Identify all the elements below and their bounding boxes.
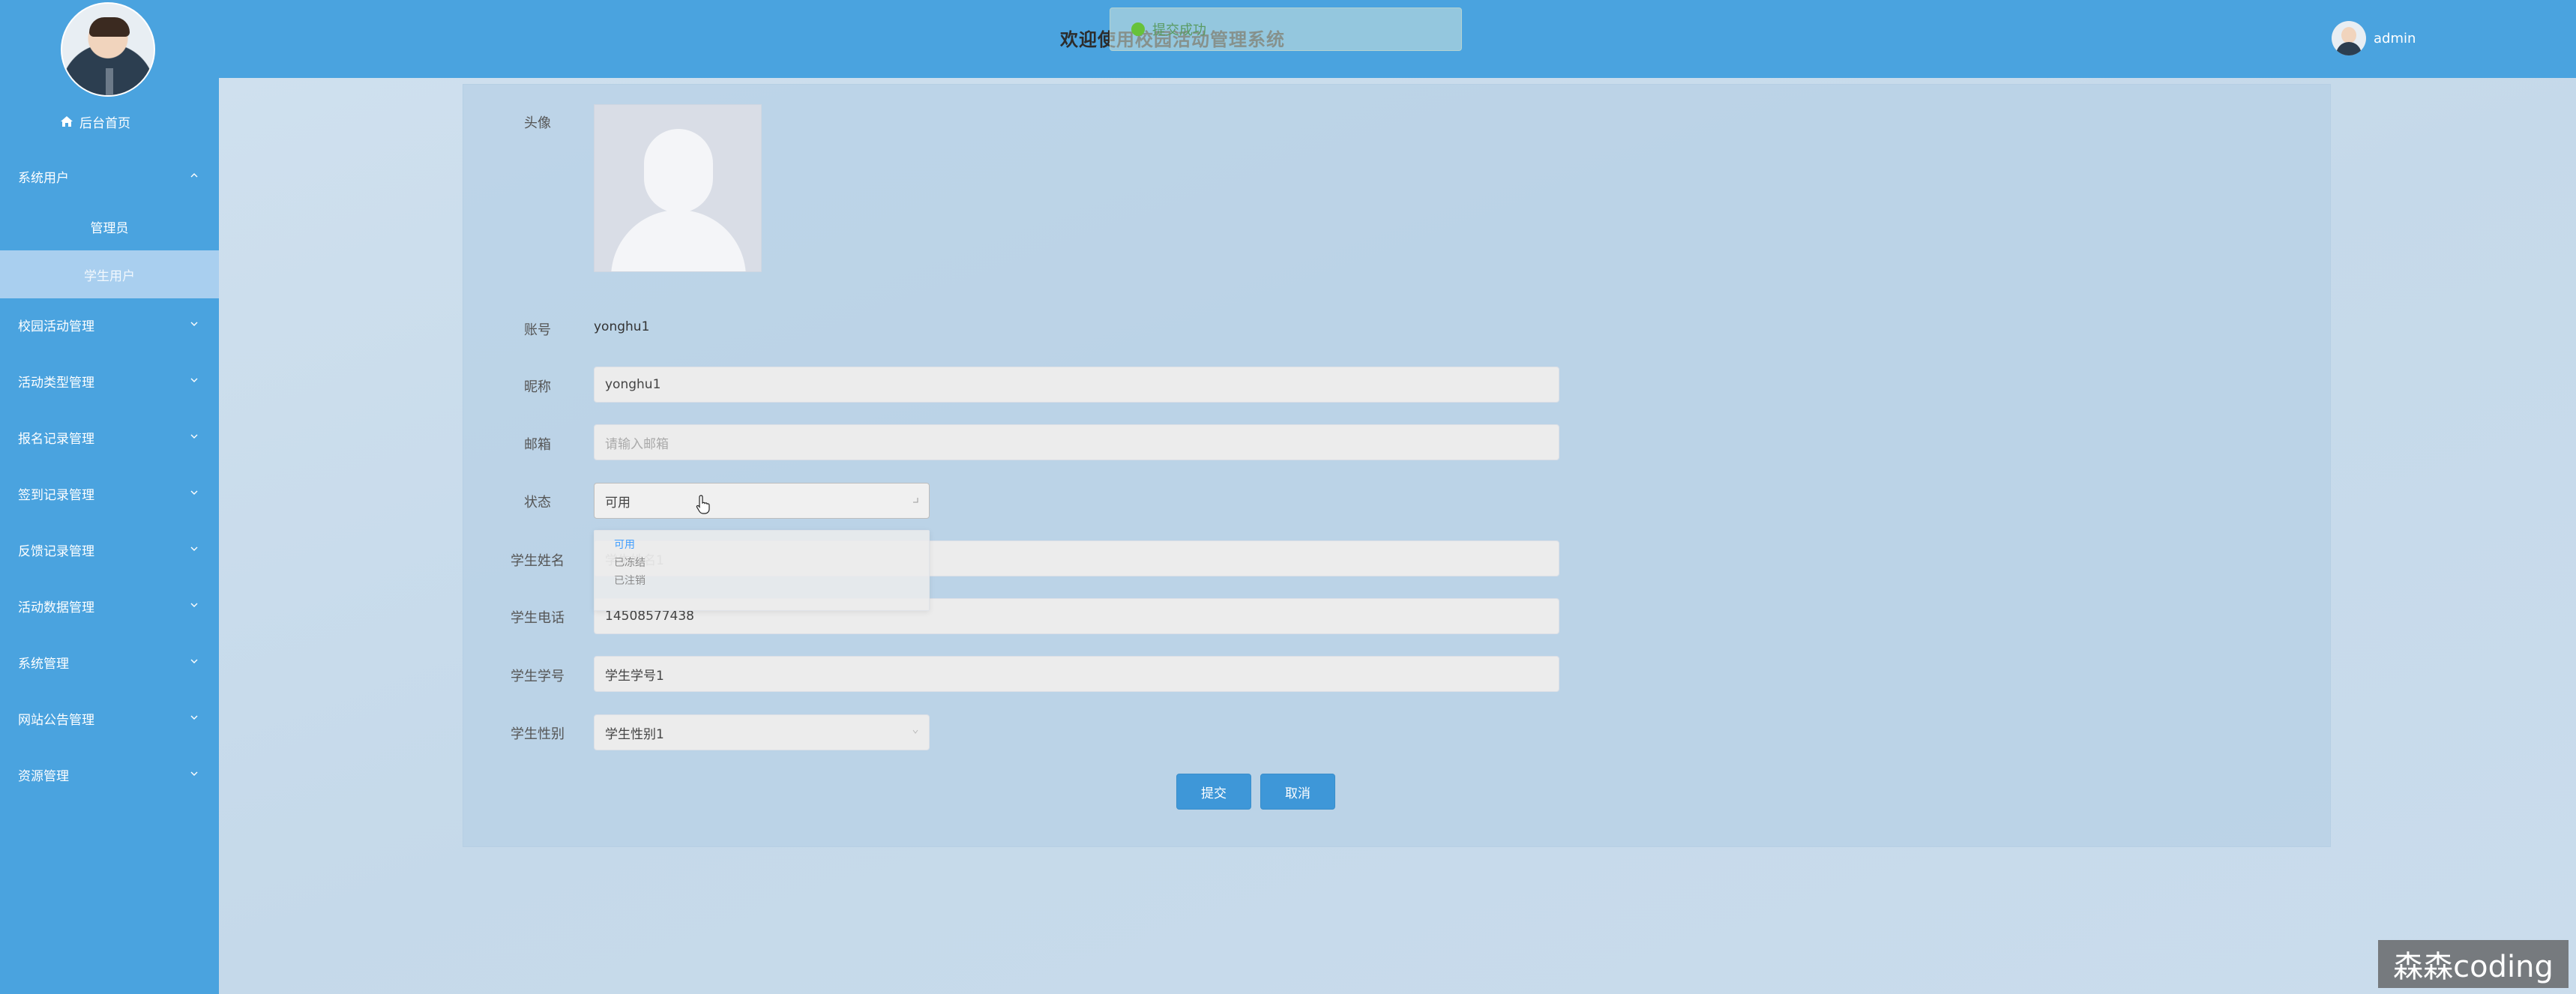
success-icon: [1131, 22, 1145, 36]
sidebar-subitem-label: 学生用户: [84, 268, 135, 284]
student-gender-label: 学生性别: [511, 726, 565, 742]
sidebar-item-activity-type[interactable]: 活动类型管理: [0, 358, 219, 403]
sidebar-item-activity[interactable]: 校园活动管理: [0, 302, 219, 347]
status-select-value: 可用: [605, 495, 631, 510]
toast-message: 提交成功: [1152, 22, 1206, 38]
gender-select-value: 学生性别1: [605, 726, 664, 742]
cancel-button[interactable]: 取消: [1260, 774, 1335, 810]
username: admin: [2374, 30, 2416, 46]
sidebar-item-signup[interactable]: 报名记录管理: [0, 415, 219, 460]
account-label: 账号: [524, 322, 551, 338]
chevron-down-icon: [190, 715, 198, 720]
home-label: 后台首页: [79, 115, 130, 131]
sidebar-item-feedback[interactable]: 反馈记录管理: [0, 527, 219, 572]
sidebar-item-label: 签到记录管理: [18, 487, 94, 503]
status-option[interactable]: 已冻结: [614, 555, 645, 570]
chevron-down-icon: [190, 322, 198, 326]
sidebar-subitem-admin[interactable]: 管理员: [0, 202, 219, 250]
chevron-down-icon: [912, 729, 918, 734]
status-dropdown: 可用 已冻结 已注销: [594, 530, 930, 611]
sidebar-item-label: 反馈记录管理: [18, 543, 94, 559]
chevron-down-icon: [190, 378, 198, 382]
student-id-label: 学生学号: [511, 669, 565, 684]
chevron-up-icon: [190, 173, 198, 178]
user-avatar: [2332, 21, 2366, 55]
sidebar-item-announcement[interactable]: 网站公告管理: [0, 696, 219, 741]
sidebar: 后台首页 系统用户 管理员 学生用户 校园活动管理 活动类型管理 报名记录管理 …: [0, 0, 219, 994]
student-name-label: 学生姓名: [511, 553, 565, 569]
sidebar-item-label: 活动类型管理: [18, 375, 94, 391]
account-value: yonghu1: [594, 319, 650, 334]
sidebar-item-system[interactable]: 系统管理: [0, 639, 219, 684]
sidebar-item-resources[interactable]: 资源管理: [0, 752, 219, 797]
status-option[interactable]: 可用: [614, 537, 635, 552]
sidebar-item-activity-data[interactable]: 活动数据管理: [0, 583, 219, 628]
chevron-down-icon: [190, 771, 198, 776]
sidebar-item-system-users[interactable]: 系统用户: [0, 154, 219, 199]
sidebar-item-label: 系统管理: [18, 656, 69, 672]
profile-avatar: [61, 2, 155, 97]
sidebar-home-link[interactable]: 后台首页: [60, 112, 165, 131]
chevron-down-icon: [913, 498, 918, 503]
watermark: 森森coding: [2378, 940, 2569, 988]
chevron-down-icon: [190, 603, 198, 607]
submit-button[interactable]: 提交: [1176, 774, 1251, 810]
sidebar-item-label: 校园活动管理: [18, 319, 94, 334]
sidebar-item-label: 活动数据管理: [18, 600, 94, 615]
status-select[interactable]: 可用: [594, 483, 930, 519]
nickname-input[interactable]: yonghu1: [594, 367, 1559, 403]
chevron-down-icon: [190, 434, 198, 439]
sidebar-subitem-student-users[interactable]: 学生用户: [0, 250, 219, 298]
chevron-down-icon: [190, 490, 198, 495]
sidebar-item-label: 报名记录管理: [18, 431, 94, 447]
nickname-label: 昵称: [524, 379, 551, 395]
chevron-down-icon: [190, 546, 198, 551]
student-phone-label: 学生电话: [511, 610, 565, 626]
status-label: 状态: [524, 495, 551, 510]
user-menu[interactable]: admin: [2332, 19, 2416, 57]
sidebar-item-label: 资源管理: [18, 768, 69, 784]
student-id-input[interactable]: 学生学号1: [594, 656, 1559, 692]
avatar-label: 头像: [524, 115, 551, 131]
email-label: 邮箱: [524, 437, 551, 453]
avatar-upload[interactable]: [594, 104, 762, 272]
sidebar-item-checkin[interactable]: 签到记录管理: [0, 471, 219, 516]
email-input[interactable]: 请输入邮箱: [594, 424, 1559, 460]
home-icon: [61, 116, 73, 127]
hand-cursor-icon: [696, 495, 710, 514]
status-option[interactable]: 已注销: [614, 573, 645, 588]
student-gender-select[interactable]: 学生性别1: [594, 714, 930, 750]
sidebar-item-label: 系统用户: [18, 170, 69, 186]
top-header: 欢迎使用校园活动管理系统 提交成功 admin: [219, 0, 2576, 78]
success-toast: 提交成功: [1110, 7, 1462, 51]
chevron-down-icon: [190, 659, 198, 663]
sidebar-item-label: 网站公告管理: [18, 712, 94, 728]
sidebar-subitem-label: 管理员: [90, 220, 129, 236]
